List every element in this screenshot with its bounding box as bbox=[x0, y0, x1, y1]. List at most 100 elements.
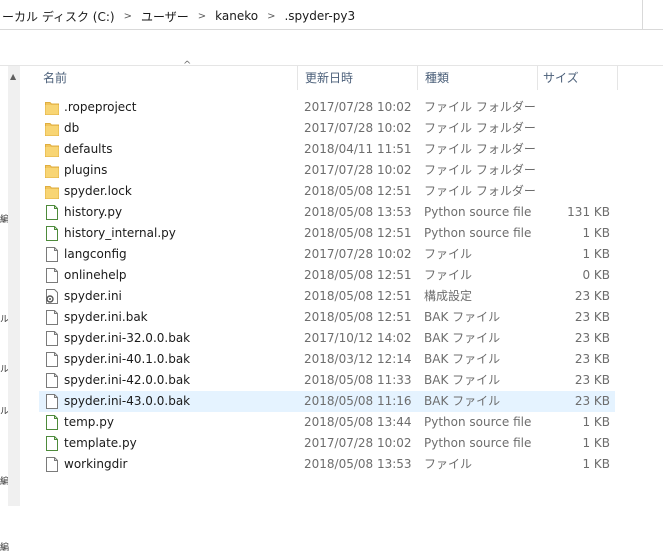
file-row[interactable]: spyder.ini 2018/05/08 12:51 構成設定 23 KB bbox=[39, 286, 615, 307]
file-type: ファイル フォルダー bbox=[424, 142, 536, 156]
file-name: langconfig bbox=[64, 247, 127, 261]
folder-icon bbox=[45, 100, 59, 115]
file-name: onlinehelp bbox=[64, 268, 127, 282]
file-list: .ropeproject 2017/07/28 10:02 ファイル フォルダー db… bbox=[39, 97, 615, 475]
column-header-size[interactable]: サイズ bbox=[537, 66, 617, 90]
file-row[interactable]: plugins 2017/07/28 10:02 ファイル フォルダー bbox=[39, 160, 615, 181]
file-row[interactable]: history.py 2018/05/08 13:53 Python source … bbox=[39, 202, 615, 223]
file-row[interactable]: defaults 2018/04/11 11:51 ファイル フォルダー bbox=[39, 139, 615, 160]
file-modified-date: 2018/05/08 12:51 bbox=[304, 289, 412, 303]
file-icon bbox=[45, 310, 59, 325]
file-modified-date: 2018/05/08 12:51 bbox=[304, 184, 412, 198]
toolbar-strip bbox=[0, 30, 663, 66]
file-modified-date: 2018/05/08 13:44 bbox=[304, 415, 412, 429]
file-name: temp.py bbox=[64, 415, 114, 429]
nav-item-label[interactable]: 編 bbox=[0, 540, 9, 553]
file-type: Python source file bbox=[424, 436, 532, 450]
breadcrumb-current-folder[interactable]: .spyder-py3 bbox=[282, 9, 357, 23]
file-name: template.py bbox=[64, 436, 137, 450]
file-type: Python source file bbox=[424, 415, 532, 429]
file-modified-date: 2018/05/08 12:51 bbox=[304, 268, 412, 282]
file-size: 131 KB bbox=[567, 205, 610, 219]
breadcrumb: ーカル ディスク (C:) > ユーザー > kaneko > .spyder-… bbox=[0, 8, 357, 24]
file-name: .ropeproject bbox=[64, 100, 137, 114]
file-row[interactable]: db 2017/07/28 10:02 ファイル フォルダー bbox=[39, 118, 615, 139]
file-row[interactable]: spyder.ini-42.0.0.bak 2018/05/08 11:33 BAK… bbox=[39, 370, 615, 391]
breadcrumb-users[interactable]: ユーザー bbox=[139, 8, 191, 25]
file-size: 23 KB bbox=[574, 352, 610, 366]
file-modified-date: 2018/05/08 11:33 bbox=[304, 373, 412, 387]
python-file-icon bbox=[45, 205, 59, 220]
address-bar-divider bbox=[642, 0, 643, 30]
file-modified-date: 2017/10/12 14:02 bbox=[304, 331, 412, 345]
folder-icon bbox=[45, 142, 59, 157]
file-modified-date: 2018/05/08 12:51 bbox=[304, 226, 412, 240]
file-type: BAK ファイル bbox=[424, 394, 501, 408]
file-icon bbox=[45, 457, 59, 472]
column-header-name[interactable]: 名前 bbox=[37, 66, 297, 90]
file-name: spyder.lock bbox=[64, 184, 132, 198]
file-size: 1 KB bbox=[582, 247, 610, 261]
column-header-date[interactable]: 更新日時 bbox=[299, 66, 417, 90]
address-bar[interactable]: ーカル ディスク (C:) > ユーザー > kaneko > .spyder-… bbox=[0, 0, 663, 30]
chevron-right-icon[interactable]: > bbox=[198, 11, 206, 22]
file-row[interactable]: workingdir 2018/05/08 13:53 ファイル 1 KB bbox=[39, 454, 615, 475]
file-type: BAK ファイル bbox=[424, 352, 501, 366]
file-name: history_internal.py bbox=[64, 226, 176, 240]
file-type: ファイル bbox=[424, 268, 473, 282]
file-row[interactable]: spyder.ini-43.0.0.bak 2018/05/08 11:16 BAK… bbox=[39, 391, 615, 412]
file-row[interactable]: temp.py 2018/05/08 13:44 Python source fil… bbox=[39, 412, 615, 433]
file-name: spyder.ini.bak bbox=[64, 310, 148, 324]
column-header-row: ^ 名前 更新日時 種類 サイズ bbox=[23, 60, 663, 90]
file-name: db bbox=[64, 121, 80, 135]
column-divider[interactable] bbox=[297, 66, 298, 90]
file-row[interactable]: spyder.ini-40.1.0.bak 2018/03/12 12:14 BAK… bbox=[39, 349, 615, 370]
file-modified-date: 2017/07/28 10:02 bbox=[304, 121, 412, 135]
file-icon bbox=[45, 352, 59, 367]
file-type: BAK ファイル bbox=[424, 373, 501, 387]
file-name: plugins bbox=[64, 163, 108, 177]
file-icon bbox=[45, 247, 59, 262]
file-modified-date: 2018/05/08 11:16 bbox=[304, 394, 412, 408]
file-row[interactable]: spyder.ini.bak 2018/05/08 12:51 BAK ファイル 23… bbox=[39, 307, 615, 328]
file-type: Python source file bbox=[424, 205, 532, 219]
file-modified-date: 2018/05/08 13:53 bbox=[304, 457, 412, 471]
file-row[interactable]: .ropeproject 2017/07/28 10:02 ファイル フォルダー bbox=[39, 97, 615, 118]
file-row[interactable]: spyder.lock 2018/05/08 12:51 ファイル フォルダー bbox=[39, 181, 615, 202]
column-header-type[interactable]: 種類 bbox=[419, 66, 537, 90]
file-row[interactable]: history_internal.py 2018/05/08 12:51 Pytho… bbox=[39, 223, 615, 244]
file-type: ファイル bbox=[424, 457, 473, 471]
file-type: ファイル フォルダー bbox=[424, 163, 536, 177]
navigation-pane-scrollbar[interactable]: ▲ bbox=[8, 66, 20, 506]
python-file-icon bbox=[45, 436, 59, 451]
file-type: BAK ファイル bbox=[424, 331, 501, 345]
file-name: spyder.ini-32.0.0.bak bbox=[64, 331, 191, 345]
file-row[interactable]: template.py 2017/07/28 10:02 Python source… bbox=[39, 433, 615, 454]
file-modified-date: 2017/07/28 10:02 bbox=[304, 436, 412, 450]
file-size: 23 KB bbox=[574, 394, 610, 408]
file-name: workingdir bbox=[64, 457, 128, 471]
file-size: 0 KB bbox=[582, 268, 610, 282]
chevron-right-icon[interactable]: > bbox=[124, 11, 132, 22]
file-type: BAK ファイル bbox=[424, 310, 501, 324]
file-size: 1 KB bbox=[582, 226, 610, 240]
scroll-up-icon[interactable]: ▲ bbox=[10, 72, 16, 81]
column-divider[interactable] bbox=[617, 66, 618, 90]
chevron-right-icon[interactable]: > bbox=[267, 11, 275, 22]
file-modified-date: 2017/07/28 10:02 bbox=[304, 163, 412, 177]
file-name: spyder.ini bbox=[64, 289, 122, 303]
file-name: spyder.ini-43.0.0.bak bbox=[64, 394, 191, 408]
file-row[interactable]: onlinehelp 2018/05/08 12:51 ファイル 0 KB bbox=[39, 265, 615, 286]
breadcrumb-drive[interactable]: ーカル ディスク (C:) bbox=[0, 8, 117, 25]
file-icon bbox=[45, 373, 59, 388]
file-row[interactable]: spyder.ini-32.0.0.bak 2017/10/12 14:02 BAK… bbox=[39, 328, 615, 349]
file-name: spyder.ini-40.1.0.bak bbox=[64, 352, 191, 366]
file-row[interactable]: langconfig 2017/07/28 10:02 ファイル 1 KB bbox=[39, 244, 615, 265]
file-modified-date: 2018/05/08 13:53 bbox=[304, 205, 412, 219]
python-file-icon bbox=[45, 415, 59, 430]
breadcrumb-user[interactable]: kaneko bbox=[213, 9, 260, 23]
column-divider[interactable] bbox=[417, 66, 418, 90]
file-type: ファイル フォルダー bbox=[424, 100, 536, 114]
folder-icon bbox=[45, 121, 59, 136]
python-file-icon bbox=[45, 226, 59, 241]
